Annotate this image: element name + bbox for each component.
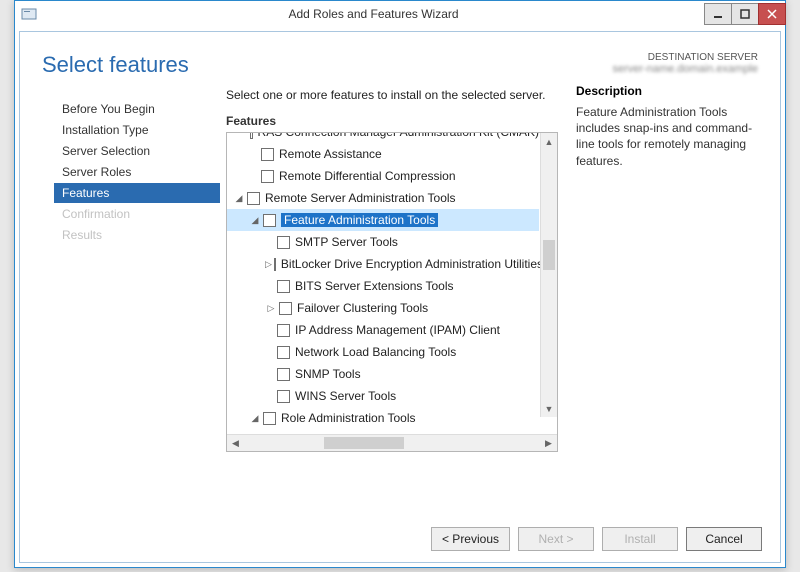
horizontal-scrollbar[interactable]: ◀ ▶ bbox=[227, 434, 557, 451]
tree-row[interactable]: ▷ Failover Clustering Tools bbox=[227, 297, 539, 319]
minimize-button[interactable] bbox=[704, 3, 732, 25]
titlebar: Add Roles and Features Wizard bbox=[15, 1, 785, 27]
checkbox[interactable] bbox=[277, 280, 290, 293]
checkbox[interactable] bbox=[274, 258, 276, 271]
tree-label: SMTP Server Tools bbox=[295, 235, 398, 249]
destination-server: server-name.domain.example bbox=[612, 63, 758, 75]
tree-row[interactable]: WINS Server Tools bbox=[227, 385, 539, 407]
tree-label: BitLocker Drive Encryption Administratio… bbox=[281, 257, 543, 271]
tree-label: Role Administration Tools bbox=[281, 411, 416, 425]
checkbox[interactable] bbox=[277, 346, 290, 359]
tree-label: Remote Differential Compression bbox=[279, 169, 456, 183]
content-panel: Select features DESTINATION SERVER serve… bbox=[19, 31, 781, 563]
nav-item-features[interactable]: Features bbox=[54, 183, 220, 203]
hscroll-track[interactable] bbox=[244, 435, 540, 451]
tree-label: Feature Administration Tools bbox=[281, 213, 438, 227]
tree-row[interactable]: ◢ Role Administration Tools bbox=[227, 407, 539, 429]
tree-row[interactable]: ◢ Feature Administration Tools bbox=[227, 209, 539, 231]
checkbox[interactable] bbox=[277, 236, 290, 249]
nav-steps: Before You BeginInstallation TypeServer … bbox=[20, 84, 220, 516]
nav-item-roles[interactable]: Server Roles bbox=[54, 162, 220, 182]
cancel-button[interactable]: Cancel bbox=[686, 527, 762, 551]
description-text: Feature Administration Tools includes sn… bbox=[576, 104, 758, 169]
checkbox[interactable] bbox=[263, 214, 276, 227]
features-label: Features bbox=[226, 114, 558, 128]
window-buttons bbox=[704, 4, 785, 25]
tree-label: IP Address Management (IPAM) Client bbox=[295, 323, 500, 337]
page-title: Select features bbox=[42, 52, 612, 78]
nav-item-confirmation: Confirmation bbox=[54, 204, 220, 224]
nav-item-selection[interactable]: Server Selection bbox=[54, 141, 220, 161]
tree-label: Remote Server Administration Tools bbox=[265, 191, 456, 205]
intro-text: Select one or more features to install o… bbox=[226, 88, 558, 102]
collapse-icon[interactable]: ◢ bbox=[249, 215, 261, 226]
tree-row[interactable]: ▷BitLocker Drive Encryption Administrati… bbox=[227, 253, 539, 275]
maximize-button[interactable] bbox=[731, 3, 759, 25]
close-button[interactable] bbox=[758, 3, 786, 25]
tree-row[interactable]: RAS Connection Manager Administration Ki… bbox=[227, 133, 539, 143]
nav-item-before[interactable]: Before You Begin bbox=[54, 99, 220, 119]
tree-label: Network Load Balancing Tools bbox=[295, 345, 456, 359]
tree-row[interactable]: BITS Server Extensions Tools bbox=[227, 275, 539, 297]
install-button[interactable]: Install bbox=[602, 527, 678, 551]
tree-row[interactable]: SNMP Tools bbox=[227, 363, 539, 385]
scroll-right-icon[interactable]: ▶ bbox=[540, 435, 557, 451]
nav-item-type[interactable]: Installation Type bbox=[54, 120, 220, 140]
scroll-thumb[interactable] bbox=[543, 240, 555, 270]
scroll-down-icon[interactable]: ▼ bbox=[541, 400, 557, 417]
collapse-icon[interactable]: ◢ bbox=[233, 193, 245, 204]
features-tree: RAS Connection Manager Administration Ki… bbox=[226, 132, 558, 452]
scroll-up-icon[interactable]: ▲ bbox=[541, 133, 557, 150]
checkbox[interactable] bbox=[261, 148, 274, 161]
checkbox[interactable] bbox=[279, 302, 292, 315]
previous-button[interactable]: < Previous bbox=[431, 527, 510, 551]
tree-label: AD DS and AD LDS Tools bbox=[297, 433, 434, 434]
expand-icon[interactable]: ▷ bbox=[265, 303, 277, 314]
vertical-scrollbar[interactable]: ▲ ▼ bbox=[540, 133, 557, 417]
scroll-track[interactable] bbox=[541, 150, 557, 400]
main-area: Select one or more features to install o… bbox=[220, 84, 780, 516]
tree-row[interactable]: SMTP Server Tools bbox=[227, 231, 539, 253]
tree-row[interactable]: Remote Assistance bbox=[227, 143, 539, 165]
tree-row[interactable]: IP Address Management (IPAM) Client bbox=[227, 319, 539, 341]
header-row: Select features DESTINATION SERVER serve… bbox=[20, 32, 780, 84]
wizard-window: Add Roles and Features Wizard Select fea… bbox=[14, 0, 786, 568]
tree-label: RAS Connection Manager Administration Ki… bbox=[258, 133, 539, 139]
destination-block: DESTINATION SERVER server-name.domain.ex… bbox=[612, 52, 758, 78]
features-column: Select one or more features to install o… bbox=[226, 84, 558, 516]
tree-row[interactable]: ◢ Remote Server Administration Tools bbox=[227, 187, 539, 209]
hscroll-thumb[interactable] bbox=[324, 437, 404, 449]
checkbox[interactable] bbox=[279, 434, 292, 435]
window-title: Add Roles and Features Wizard bbox=[43, 7, 704, 21]
scroll-left-icon[interactable]: ◀ bbox=[227, 435, 244, 451]
checkbox[interactable] bbox=[277, 368, 290, 381]
destination-label: DESTINATION SERVER bbox=[612, 52, 758, 63]
tree-row[interactable]: Network Load Balancing Tools bbox=[227, 341, 539, 363]
tree-label: WINS Server Tools bbox=[295, 389, 396, 403]
next-button[interactable]: Next > bbox=[518, 527, 594, 551]
expand-icon[interactable]: ▷ bbox=[265, 259, 272, 270]
body-row: Before You BeginInstallation TypeServer … bbox=[20, 84, 780, 516]
tree-label: Remote Assistance bbox=[279, 147, 382, 161]
checkbox[interactable] bbox=[277, 390, 290, 403]
wizard-footer: < Previous Next > Install Cancel bbox=[20, 516, 780, 562]
checkbox[interactable] bbox=[261, 170, 274, 183]
nav-item-results: Results bbox=[54, 225, 220, 245]
tree-label: Failover Clustering Tools bbox=[297, 301, 428, 315]
tree-label: SNMP Tools bbox=[295, 367, 361, 381]
description-title: Description bbox=[576, 84, 758, 98]
checkbox[interactable] bbox=[247, 192, 260, 205]
tree-viewport: RAS Connection Manager Administration Ki… bbox=[227, 133, 557, 434]
tree-label: BITS Server Extensions Tools bbox=[295, 279, 454, 293]
app-icon bbox=[21, 6, 37, 22]
checkbox[interactable] bbox=[277, 324, 290, 337]
description-column: Description Feature Administration Tools… bbox=[558, 84, 758, 516]
checkbox[interactable] bbox=[250, 133, 253, 139]
tree-row[interactable]: Remote Differential Compression bbox=[227, 165, 539, 187]
tree-row[interactable]: ▷AD DS and AD LDS Tools bbox=[227, 429, 539, 434]
collapse-icon[interactable]: ◢ bbox=[249, 413, 261, 424]
checkbox[interactable] bbox=[263, 412, 276, 425]
